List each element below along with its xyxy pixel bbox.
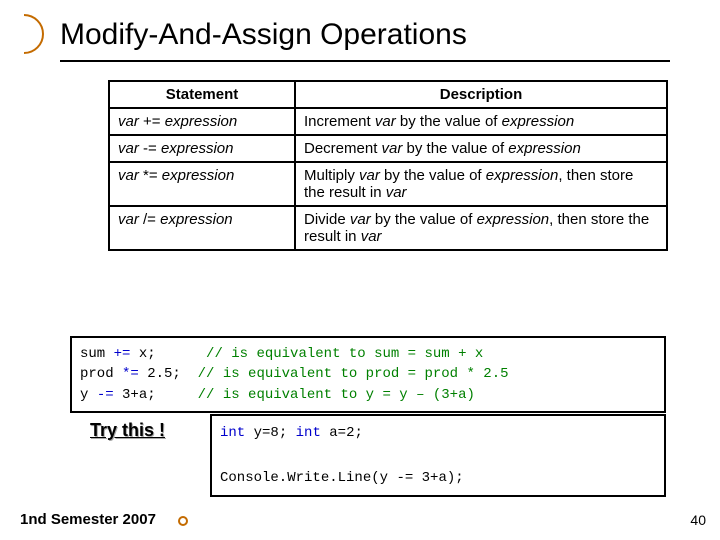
table-row: var -= expression Decrement var by the v… <box>109 135 667 162</box>
decorative-arc <box>4 14 44 54</box>
example-code-box: sum += x; // is equivalent to sum = sum … <box>70 336 666 413</box>
try-this-label: Try this ! <box>90 420 165 441</box>
description-cell: Multiply var by the value of expression,… <box>295 162 667 206</box>
header-description: Description <box>295 81 667 108</box>
description-cell: Divide var by the value of expression, t… <box>295 206 667 250</box>
footer-bullet-icon <box>178 516 188 526</box>
slide-title: Modify-And-Assign Operations <box>60 18 467 52</box>
slide-number: 40 <box>690 512 706 528</box>
footer-semester: 1nd Semester 2007 <box>20 511 156 528</box>
statement-cell: var /= expression <box>109 206 295 250</box>
slide: Modify-And-Assign Operations Statement D… <box>0 0 720 540</box>
table-row: var *= expression Multiply var by the va… <box>109 162 667 206</box>
statement-cell: var -= expression <box>109 135 295 162</box>
header-statement: Statement <box>109 81 295 108</box>
statement-cell: var *= expression <box>109 162 295 206</box>
operations-table: Statement Description var += expression … <box>108 80 668 251</box>
table-header-row: Statement Description <box>109 81 667 108</box>
description-cell: Decrement var by the value of expression <box>295 135 667 162</box>
title-underline <box>60 60 670 62</box>
try-code-box: int y=8; int a=2; Console.Write.Line(y -… <box>210 414 666 497</box>
statement-cell: var += expression <box>109 108 295 135</box>
table-row: var /= expression Divide var by the valu… <box>109 206 667 250</box>
description-cell: Increment var by the value of expression <box>295 108 667 135</box>
table-row: var += expression Increment var by the v… <box>109 108 667 135</box>
